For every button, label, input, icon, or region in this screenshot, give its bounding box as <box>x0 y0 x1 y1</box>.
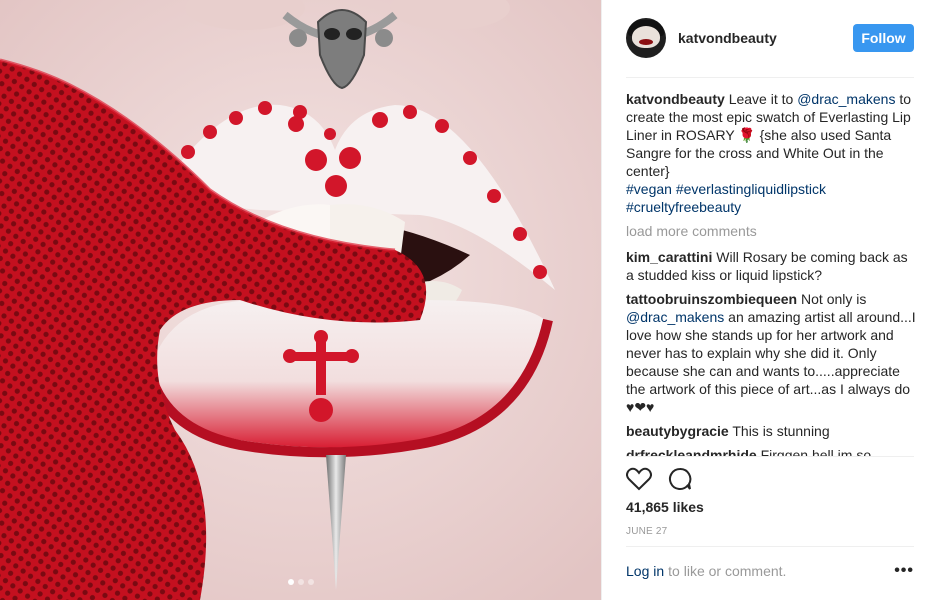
instagram-post: katvondbeauty Follow katvondbeauty Leave… <box>0 0 937 600</box>
post-date[interactable]: JUNE 27 <box>626 526 667 537</box>
heart-outline-icon[interactable] <box>626 467 652 491</box>
load-more-comments[interactable]: load more comments <box>626 222 916 240</box>
comment-username[interactable]: beautybygracie <box>626 423 729 439</box>
comment-footer: Log in to like or comment. ••• <box>626 563 914 580</box>
avatar[interactable] <box>626 18 666 58</box>
divider <box>626 456 914 457</box>
caption-text: Leave it to <box>728 91 798 107</box>
speech-bubble-icon[interactable] <box>668 467 692 491</box>
post-photo[interactable] <box>0 0 601 600</box>
author-username[interactable]: katvondbeauty <box>678 30 777 46</box>
comment-username[interactable]: tattoobruinszombiequeen <box>626 291 797 307</box>
hashtag-link[interactable]: #crueltyfreebeauty <box>626 199 741 215</box>
carousel-dot[interactable] <box>307 579 314 585</box>
carousel-indicator <box>0 579 601 585</box>
post-header: katvondbeauty Follow <box>626 16 914 60</box>
comment-text: Firggen hell im so <box>760 447 872 456</box>
action-bar <box>626 466 692 492</box>
caption-username[interactable]: katvondbeauty <box>626 91 725 107</box>
divider <box>626 77 914 78</box>
comment-text: This is stunning <box>732 423 830 439</box>
mention-link[interactable]: @drac_makens <box>626 309 724 325</box>
comment-text: Not only is <box>801 291 867 307</box>
lip-art-image <box>0 0 601 600</box>
post-side-panel: katvondbeauty Follow katvondbeauty Leave… <box>601 0 937 600</box>
mention-link[interactable]: @drac_makens <box>797 91 895 107</box>
comment-item: beautybygracie This is stunning <box>626 422 916 440</box>
likes-count[interactable]: 41,865 likes <box>626 499 704 515</box>
divider <box>626 546 914 547</box>
carousel-dot[interactable] <box>297 579 304 585</box>
caption: katvondbeauty Leave it to @drac_makens t… <box>626 90 916 216</box>
carousel-dot-active[interactable] <box>287 579 294 585</box>
comments-list[interactable]: katvondbeauty Leave it to @drac_makens t… <box>626 90 916 456</box>
comment-item: drfreckleandmrhide Firggen hell im so <box>626 446 916 456</box>
avatar-lips <box>639 39 653 45</box>
ellipsis-icon[interactable]: ••• <box>894 563 914 579</box>
comment-username[interactable]: kim_carattini <box>626 249 712 265</box>
login-prompt-text: to like or comment. <box>668 563 787 579</box>
login-link[interactable]: Log in <box>626 563 664 579</box>
hashtag-link[interactable]: #vegan <box>626 181 672 197</box>
comment-username[interactable]: drfreckleandmrhide <box>626 447 757 456</box>
follow-button[interactable]: Follow <box>853 24 914 52</box>
hashtag-link[interactable]: #everlastingliquidlipstick <box>676 181 826 197</box>
comment-item: kim_carattini Will Rosary be coming back… <box>626 248 916 284</box>
comment-item: tattoobruinszombiequeen Not only is @dra… <box>626 290 916 416</box>
